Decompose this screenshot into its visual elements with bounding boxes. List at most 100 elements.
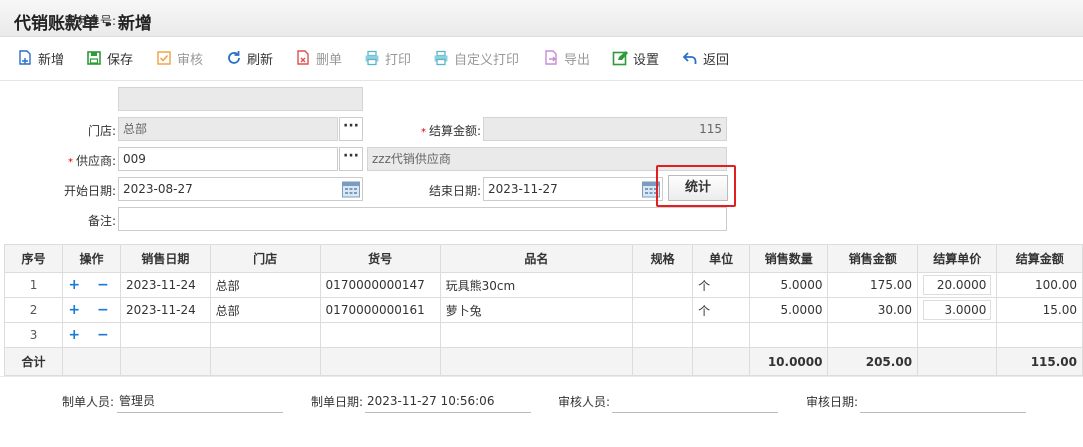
row-number: 2 [3, 297, 64, 323]
column-header[interactable]: 品名 [439, 244, 634, 273]
audit-button[interactable]: 审核 [156, 47, 203, 69]
empty-cell [632, 347, 694, 376]
order-no-field[interactable] [118, 87, 363, 111]
column-header[interactable]: 门店 [209, 244, 321, 273]
save-icon [87, 51, 101, 65]
calendar-icon[interactable] [641, 179, 661, 199]
add-remove-row-buttons[interactable]: + − [68, 327, 114, 343]
order-no-label: 业务单号: [63, 14, 116, 28]
empty-cell [209, 347, 321, 376]
total-qty: 10.0000 [749, 347, 829, 376]
column-header[interactable]: 结算金额 [996, 244, 1083, 273]
column-header[interactable]: 销售金额 [827, 244, 919, 273]
delete-label: 删单 [316, 52, 343, 68]
sku-cell [319, 322, 441, 348]
add-remove-row-buttons[interactable]: + − [68, 277, 114, 293]
refresh-button[interactable]: 刷新 [226, 47, 273, 69]
empty-cell [62, 347, 122, 376]
print-label: 打印 [385, 52, 412, 68]
back-button[interactable]: 返回 [682, 47, 729, 69]
store-picker-button[interactable]: ··· [339, 117, 363, 141]
qty-cell: 5.0000 [749, 297, 829, 323]
row-actions: + − [62, 272, 122, 298]
required-mark: * [420, 127, 426, 138]
store-cell [209, 322, 321, 348]
column-header[interactable]: 操作 [62, 244, 122, 273]
audit-date-field[interactable] [860, 391, 1026, 413]
export-button[interactable]: 导出 [543, 47, 590, 69]
column-header[interactable]: 序号 [3, 244, 64, 273]
settle-price-input[interactable]: 20.0000 [923, 275, 992, 295]
save-button[interactable]: 保存 [86, 47, 133, 69]
column-header[interactable]: 销售数量 [749, 244, 829, 273]
row-actions: + − [62, 322, 122, 348]
settle-amount-label: * 结算金额: [395, 122, 481, 139]
column-header[interactable]: 单位 [692, 244, 751, 273]
statistics-button[interactable]: 统计 [668, 175, 728, 201]
empty-cell [120, 347, 211, 376]
row-number: 3 [3, 322, 64, 348]
settle-amount-field[interactable]: 115 [483, 117, 727, 141]
store-field[interactable]: 总部 [118, 117, 338, 141]
column-header[interactable]: 货号 [319, 244, 441, 273]
total-row: 合计 10.0000 205.00 115.00 [3, 347, 1083, 376]
make-date-label: 制单日期: [311, 395, 364, 409]
settle-price-cell: 20.0000 [917, 272, 998, 298]
calendar-icon[interactable] [341, 179, 361, 199]
sales-amount-cell: 175.00 [827, 272, 919, 298]
printer-icon [434, 50, 448, 66]
remark-label: 备注: [87, 214, 116, 228]
auditor-field[interactable] [612, 391, 778, 413]
store-cell: 总部 [209, 272, 321, 298]
supplier-code-field[interactable]: 009 [118, 147, 338, 171]
sale-date-cell [120, 322, 211, 348]
back-arrow-icon [682, 52, 697, 64]
grid-header-row: 序号 操作 销售日期 门店 货号 品名 规格 单位 销售数量 销售金额 结算单价… [3, 244, 1083, 273]
table-row[interactable]: 2 + − 2023-11-24 总部 0170000000161 萝卜兔 个 … [3, 297, 1083, 323]
start-date-label: 开始日期: [63, 184, 116, 198]
supplier-picker-button[interactable]: ··· [339, 147, 363, 171]
supplier-name-field[interactable]: zzz代销供应商 [367, 147, 727, 171]
custom-print-label: 自定义打印 [454, 52, 520, 68]
unit-cell: 个 [692, 272, 751, 298]
table-row[interactable]: 1 + − 2023-11-24 总部 0170000000147 玩具熊30c… [3, 272, 1083, 298]
add-remove-row-buttons[interactable]: + − [68, 302, 114, 318]
empty-cell [917, 347, 998, 376]
spec-cell [632, 272, 694, 298]
settings-button[interactable]: 设置 [612, 47, 659, 69]
sku-cell: 0170000000161 [319, 297, 441, 323]
supplier-label: * 供应商: [30, 152, 116, 169]
custom-print-button[interactable]: 自定义打印 [433, 47, 519, 69]
refresh-label: 刷新 [247, 52, 274, 68]
end-date-field[interactable]: 2023-11-27 [483, 177, 663, 201]
maker-field[interactable]: 管理员 [117, 391, 283, 413]
export-icon [545, 50, 557, 65]
spec-cell [632, 297, 694, 323]
settle-price-cell: 3.0000 [917, 297, 998, 323]
sku-cell: 0170000000147 [319, 272, 441, 298]
make-date-field[interactable]: 2023-11-27 10:56:06 [365, 391, 531, 413]
start-date-field[interactable]: 2023-08-27 [118, 177, 363, 201]
add-button[interactable]: 新增 [17, 47, 64, 69]
store-label: 门店: [87, 124, 116, 138]
maker-label: 制单人员: [62, 395, 115, 409]
column-header[interactable]: 销售日期 [120, 244, 211, 273]
remark-field[interactable] [118, 207, 727, 231]
new-document-icon [19, 50, 31, 65]
unit-cell: 个 [692, 297, 751, 323]
settings-label: 设置 [633, 52, 660, 68]
settle-price-input[interactable]: 3.0000 [923, 300, 992, 320]
add-label: 新增 [38, 52, 65, 68]
settle-amount-cell: 100.00 [996, 272, 1083, 298]
delete-button[interactable]: 删单 [295, 47, 342, 69]
table-row[interactable]: 3 + − [3, 322, 1083, 348]
supplier-label-text: 供应商: [75, 154, 116, 168]
settle-amount-label-text: 结算金额: [428, 124, 481, 138]
audit-label: 审核 [177, 52, 204, 68]
column-header[interactable]: 规格 [632, 244, 694, 273]
unit-cell [692, 322, 751, 348]
print-button[interactable]: 打印 [364, 47, 411, 69]
column-header[interactable]: 结算单价 [917, 244, 998, 273]
required-mark: * [67, 157, 73, 168]
end-date-label: 结束日期: [428, 184, 481, 198]
